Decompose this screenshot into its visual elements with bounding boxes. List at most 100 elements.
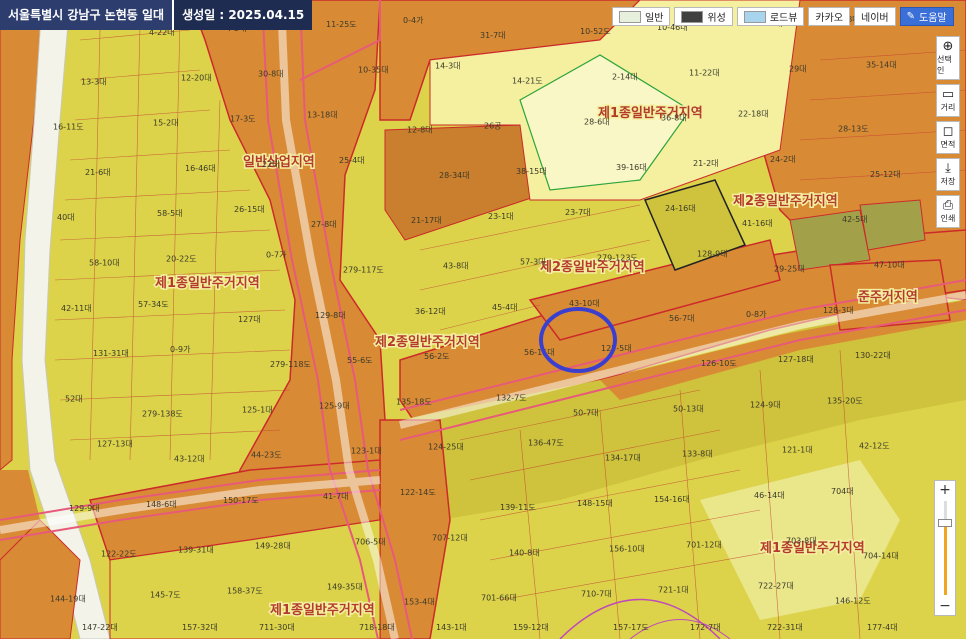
- lot-number: 125-1대: [242, 405, 273, 414]
- lot-number: 28-13도: [838, 125, 869, 134]
- lot-number: 10-35대: [358, 65, 389, 74]
- lot-number: 2-14대: [612, 72, 638, 81]
- satellite-swatch-icon: [681, 10, 704, 23]
- layer-toolbar: 일반 위성 로드뷰 카카오 네이버 ✎ 도움말: [612, 7, 954, 26]
- lot-number: 42-5대: [842, 215, 868, 224]
- zoom-in-button[interactable]: +: [935, 482, 955, 498]
- lot-number: 722-31대: [767, 623, 803, 632]
- lot-number: 43-10대: [569, 299, 600, 308]
- lot-number: 16-46대: [185, 164, 216, 173]
- naver-button[interactable]: 네이버: [854, 7, 896, 26]
- lot-number: 25-4대: [339, 156, 365, 165]
- lot-number: 23-7대: [565, 208, 591, 217]
- lot-number: 14-3대: [435, 61, 461, 70]
- lot-number: 10-52도: [580, 27, 611, 36]
- zone-label-res2-right: 제2종일반주거지역: [733, 193, 838, 209]
- lot-number: 718-18대: [359, 623, 395, 632]
- layer-roadview-label: 로드뷰: [769, 13, 798, 24]
- lot-number: 42-12도: [859, 442, 890, 451]
- lot-number: 44-23도: [251, 451, 282, 460]
- distance-button[interactable]: ▭ 거리: [936, 84, 960, 117]
- add-marker-button[interactable]: ⊕ 선택인: [936, 36, 960, 80]
- lot-number: 722-27대: [758, 582, 794, 591]
- layer-general-button[interactable]: 일반: [612, 7, 671, 26]
- layer-satellite-button[interactable]: 위성: [674, 7, 733, 26]
- lot-number: 701-12대: [686, 540, 722, 549]
- lot-number: 122-14도: [400, 488, 436, 497]
- lot-number: 41-16대: [742, 219, 773, 228]
- lot-number: 31-7대: [480, 31, 506, 40]
- kakao-button[interactable]: 카카오: [808, 7, 851, 26]
- lot-number: 21-6대: [85, 168, 111, 177]
- save-button[interactable]: ⤓ 저장: [936, 158, 960, 191]
- lot-number: 28-6대: [584, 118, 610, 127]
- lot-number: 135-18도: [396, 397, 432, 406]
- lot-number: 0-4가: [403, 16, 424, 25]
- ruler-icon: ▭: [941, 87, 955, 102]
- lot-number: 704-14대: [863, 551, 899, 560]
- lot-number: 158-37도: [227, 587, 263, 596]
- lot-number: 24-2대: [770, 155, 796, 164]
- lot-number: 38-15대: [516, 167, 547, 176]
- lot-number: 16-11도: [53, 123, 84, 132]
- lot-number: 12-20대: [181, 73, 212, 82]
- lot-number: 123-1대: [351, 447, 382, 456]
- area-button[interactable]: ◻ 면적: [936, 121, 960, 154]
- lot-number: 149-35대: [327, 583, 363, 592]
- lot-number: 25-12대: [870, 170, 901, 179]
- lot-number: 26-15대: [234, 205, 265, 214]
- lot-number: 27-8대: [311, 220, 337, 229]
- lot-number: 58-10대: [89, 259, 120, 268]
- lot-number: 279-138도: [142, 409, 183, 418]
- lot-number: 43-8대: [443, 262, 469, 271]
- lot-number: 22대: [262, 160, 280, 169]
- lot-number: 156-10대: [609, 544, 645, 553]
- lot-number: 130-22대: [855, 351, 891, 360]
- lot-number: 172-7대: [690, 623, 721, 632]
- lot-number: 148-6대: [146, 500, 177, 509]
- lot-number: 47-10대: [874, 261, 905, 270]
- layer-roadview-button[interactable]: 로드뷰: [736, 7, 805, 26]
- lot-number: 703-8대: [786, 536, 817, 545]
- zoom-control[interactable]: + −: [934, 480, 956, 616]
- lot-number: 157-17도: [613, 623, 649, 632]
- lot-number: 128-3대: [823, 306, 854, 315]
- zoom-out-button[interactable]: −: [935, 598, 955, 614]
- lot-number: 144-19대: [50, 595, 86, 604]
- lot-number: 30-8대: [258, 69, 284, 78]
- lot-number: 36-12대: [415, 307, 446, 316]
- lot-number: 125-9대: [319, 401, 350, 410]
- zone-label-res1-bottom: 제1종일반주거지역: [270, 602, 375, 618]
- add-marker-label: 선택인: [937, 55, 952, 75]
- zoom-slider-thumb[interactable]: [938, 519, 952, 527]
- lot-number: 124-25대: [428, 443, 464, 452]
- lot-number: 43-12대: [174, 455, 205, 464]
- lot-number: 29-25대: [774, 265, 805, 274]
- lot-number: 36-8대: [661, 114, 687, 123]
- lot-number: 57-34도: [138, 300, 169, 309]
- lot-number: 154-16대: [654, 495, 690, 504]
- layer-satellite-label: 위성: [707, 13, 726, 24]
- lot-number: 128-9대: [697, 250, 728, 259]
- lot-number: 28-34대: [439, 171, 470, 180]
- help-label: 도움말: [919, 13, 947, 24]
- lot-number: 127대: [238, 315, 261, 324]
- lot-number: 20-22도: [166, 255, 197, 264]
- lot-number: 159-12대: [513, 623, 549, 632]
- zone-label-quasi: 준주거지역: [858, 289, 918, 305]
- print-label: 인쇄: [940, 214, 956, 223]
- lot-number: 704대: [831, 487, 854, 496]
- lot-number: 29대: [789, 64, 807, 73]
- lot-number: 701-66대: [481, 594, 517, 603]
- lot-number: 40대: [57, 213, 75, 222]
- lot-number: 12-8대: [407, 126, 433, 135]
- zoning-map[interactable]: 일반상업지역 제1종일반주거지역 제2종일반주거지역 준주거지역 제2종일반주거…: [0, 0, 966, 639]
- lot-number: 0-7가: [266, 251, 287, 260]
- lot-number: 121-1대: [782, 446, 813, 455]
- lot-number: 56-2도: [424, 352, 450, 361]
- lot-number: 177-4대: [867, 623, 898, 632]
- print-button[interactable]: ⎙ 인쇄: [936, 195, 960, 228]
- help-button[interactable]: ✎ 도움말: [899, 7, 954, 26]
- general-swatch-icon: [619, 10, 641, 23]
- lot-number: 149-28대: [255, 541, 291, 550]
